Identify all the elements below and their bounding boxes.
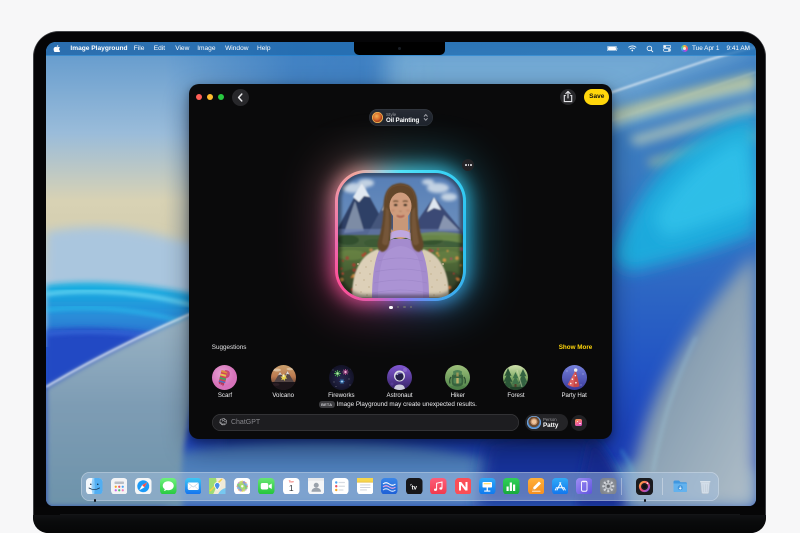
svg-text:tv: tv (412, 484, 418, 491)
svg-text:1: 1 (289, 483, 294, 493)
